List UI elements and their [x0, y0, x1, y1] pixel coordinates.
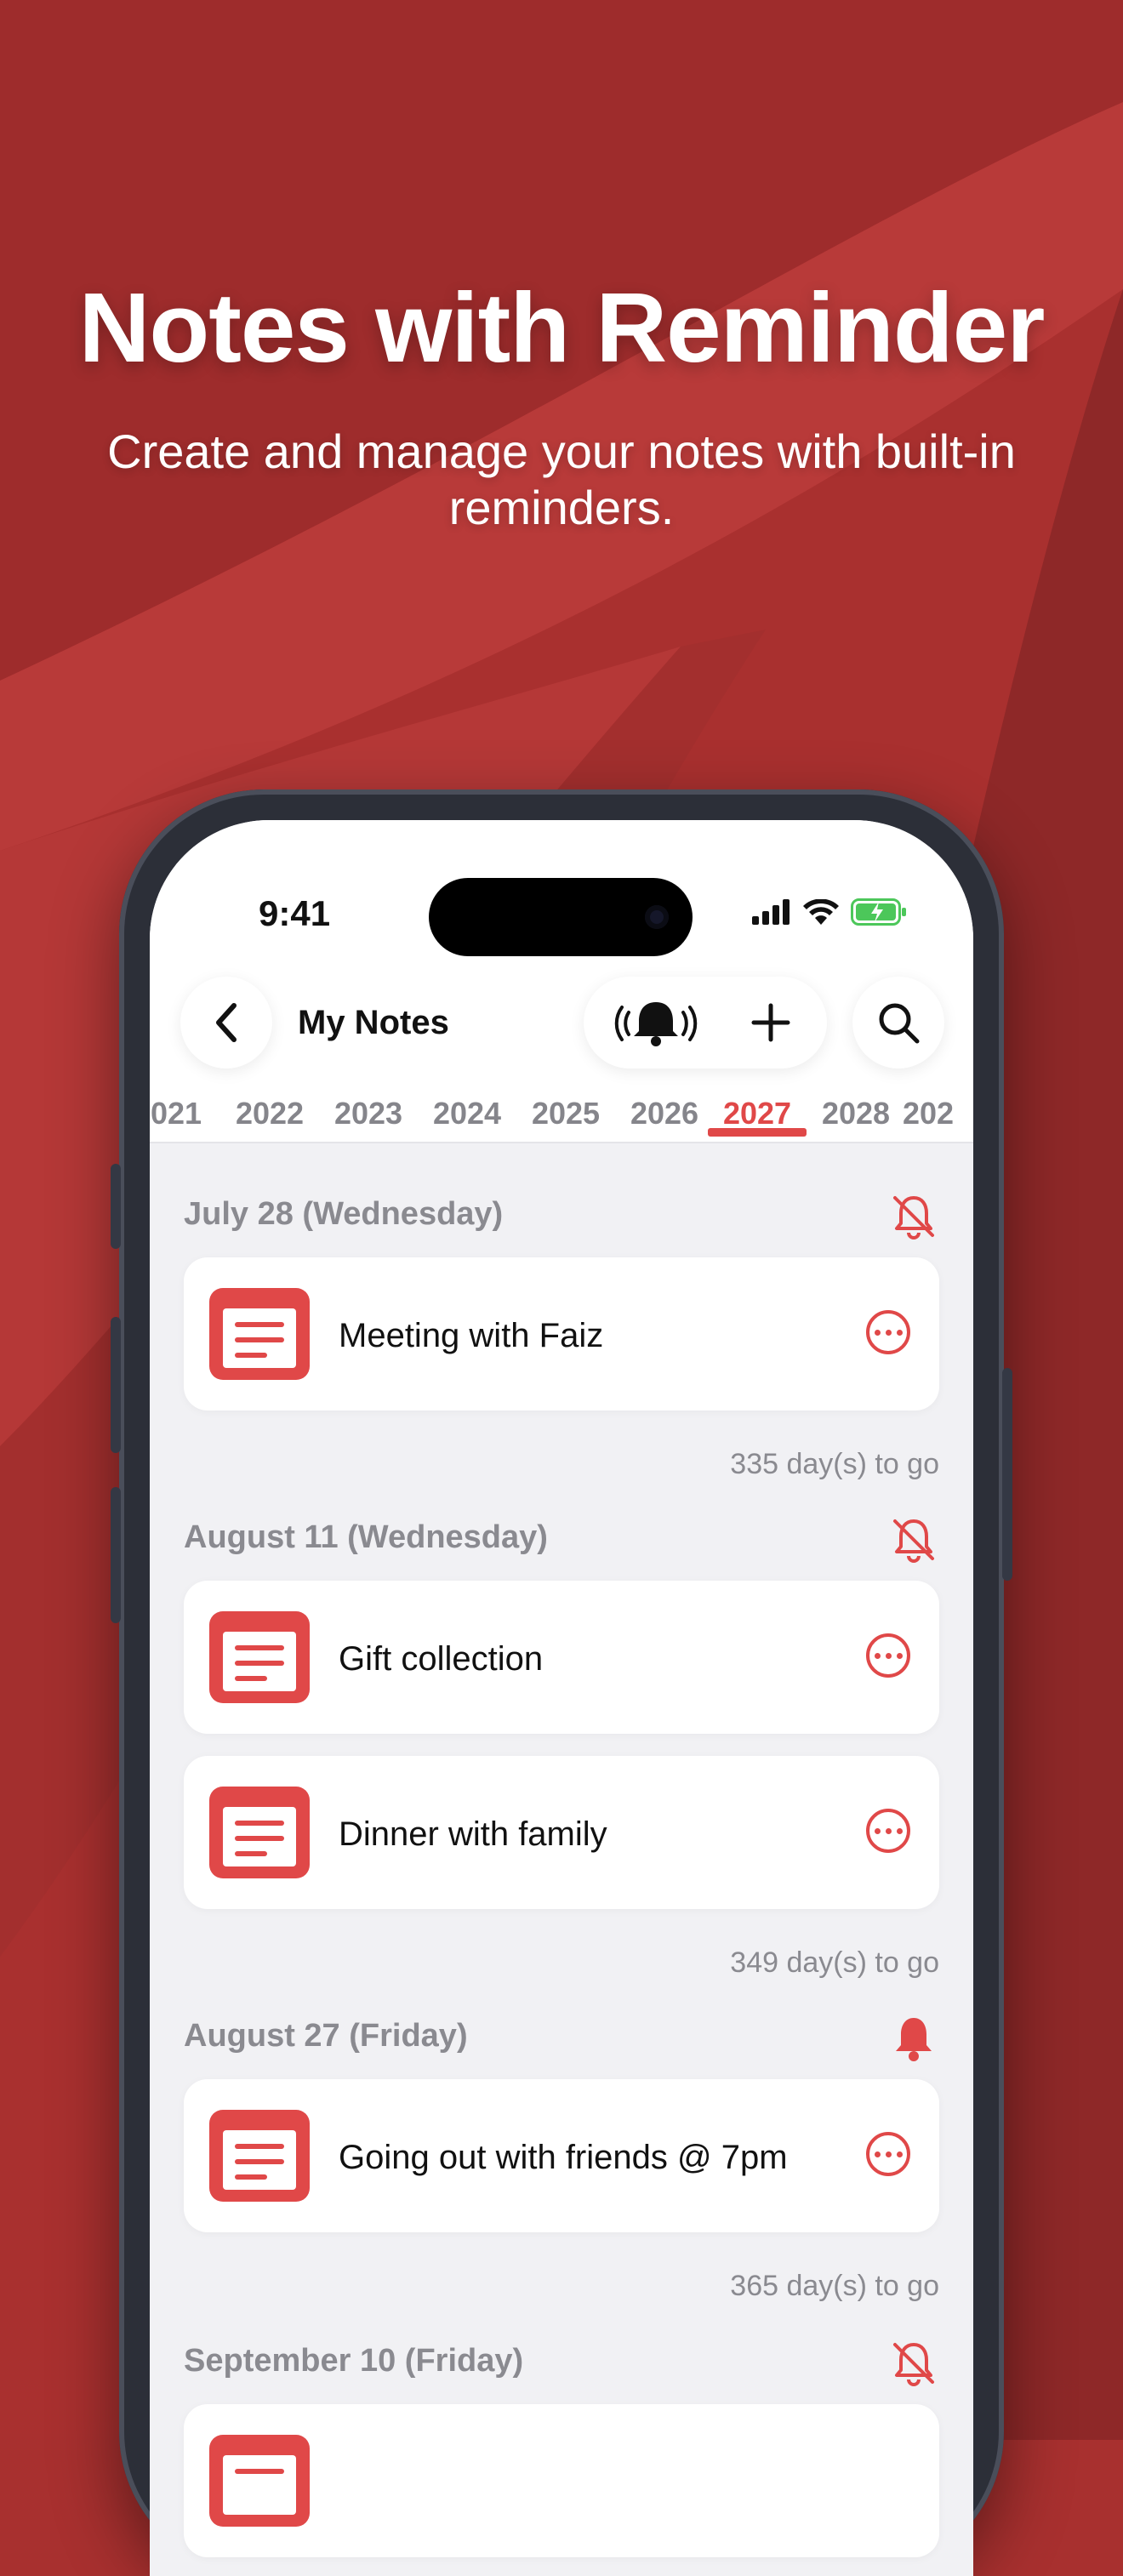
section-date: September 10 (Friday)	[184, 2343, 524, 2379]
reminder-toggle[interactable]	[888, 2338, 939, 2389]
more-options-button[interactable]	[866, 1633, 910, 1678]
note-icon	[209, 2110, 310, 2202]
search-icon	[879, 1003, 920, 1044]
reminder-toggle[interactable]	[888, 2013, 939, 2064]
chevron-left-icon	[216, 1003, 237, 1042]
more-options-button[interactable]	[866, 2132, 910, 2176]
note-icon	[209, 1288, 310, 1380]
reminder-toggle[interactable]	[888, 1514, 939, 1565]
reminder-bell-button[interactable]	[601, 977, 711, 1069]
note-card[interactable]: Going out with friends @ 7pm	[184, 2079, 939, 2232]
note-icon	[209, 1787, 310, 1878]
tab-year-2029[interactable]: 202	[903, 1096, 973, 1131]
tab-year-2024[interactable]: 2024	[418, 1096, 516, 1131]
dynamic-island	[429, 878, 693, 956]
tab-year-2022[interactable]: 2022	[220, 1096, 319, 1131]
phone-volume-up	[111, 1317, 121, 1453]
bell-filled-icon	[896, 2018, 932, 2061]
battery-charging-icon	[851, 898, 906, 926]
note-title: Gift collection	[339, 1640, 544, 1678]
phone-volume-down	[111, 1487, 121, 1623]
status-icons	[752, 898, 907, 926]
search-button[interactable]	[852, 977, 944, 1069]
note-card[interactable]	[184, 2404, 939, 2557]
year-tabs: 021 2022 2023 2024 2025 2026 2027 2028 2…	[150, 1084, 973, 1142]
section-date: August 27 (Friday)	[184, 2018, 468, 2054]
countdown-text: 365 day(s) to go	[730, 2270, 939, 2302]
wifi-icon	[803, 899, 839, 925]
back-button[interactable]	[180, 977, 272, 1069]
phone-frame: 9:41 My Notes 021 2022 2023 2024 2025 20…	[111, 789, 1012, 2576]
phone-action-button	[111, 1164, 121, 1249]
note-title: Dinner with family	[339, 1815, 607, 1853]
tab-year-2021[interactable]: 021	[150, 1096, 225, 1131]
plus-icon	[751, 1003, 790, 1042]
tab-year-2023[interactable]: 2023	[319, 1096, 418, 1131]
bell-slash-icon	[893, 1519, 934, 1563]
note-card[interactable]: Meeting with Faiz	[184, 1257, 939, 1411]
note-title: Meeting with Faiz	[339, 1317, 604, 1354]
signal-icon	[752, 899, 790, 925]
reminder-toggle[interactable]	[888, 1191, 939, 1242]
section-date: August 11 (Wednesday)	[184, 1519, 548, 1555]
note-card[interactable]: Dinner with family	[184, 1756, 939, 1909]
section-date: July 28 (Wednesday)	[184, 1196, 504, 1232]
phone-power-button	[1002, 1368, 1012, 1581]
more-options-button[interactable]	[866, 1809, 910, 1853]
phone-screen: 9:41 My Notes 021 2022 2023 2024 2025 20…	[150, 820, 973, 2576]
tab-year-2026[interactable]: 2026	[615, 1096, 714, 1131]
tab-year-2025[interactable]: 2025	[516, 1096, 615, 1131]
bell-slash-icon	[893, 2343, 934, 2386]
tab-year-2028[interactable]: 2028	[807, 1096, 905, 1131]
hero-title: Notes with Reminder	[78, 272, 1046, 383]
note-title: Going out with friends @ 7pm	[339, 2139, 788, 2176]
note-icon	[209, 2435, 310, 2527]
countdown-text: 335 day(s) to go	[730, 1448, 939, 1480]
bell-slash-icon	[893, 1196, 934, 1240]
hero-subtitle: Create and manage your notes with built-…	[107, 425, 1016, 534]
active-tab-indicator	[708, 1128, 807, 1137]
more-options-button[interactable]	[866, 1310, 910, 1354]
note-icon	[209, 1611, 310, 1703]
page-title: My Notes	[298, 1004, 449, 1041]
countdown-text: 349 day(s) to go	[730, 1946, 939, 1979]
camera-icon	[645, 905, 669, 929]
toolbar-pill	[584, 977, 827, 1069]
tab-year-2027[interactable]: 2027	[708, 1096, 807, 1131]
status-time: 9:41	[259, 893, 331, 933]
note-card[interactable]: Gift collection	[184, 1581, 939, 1734]
bell-ringing-icon	[614, 1002, 698, 1046]
add-note-button[interactable]	[728, 977, 813, 1069]
